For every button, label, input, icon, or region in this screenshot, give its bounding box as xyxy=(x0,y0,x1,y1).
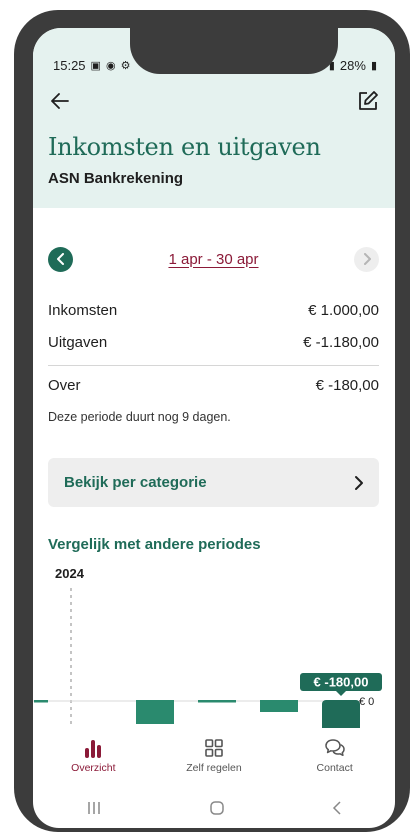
home-icon[interactable] xyxy=(209,800,225,816)
account-name: ASN Bankrekening xyxy=(48,170,184,187)
back-nav-icon[interactable] xyxy=(332,800,342,816)
view-by-category-button[interactable]: Bekijk per categorie xyxy=(48,458,379,507)
previous-period-button[interactable] xyxy=(48,246,73,272)
battery-percentage: 28% xyxy=(339,57,366,73)
chevron-left-icon xyxy=(56,253,64,265)
period-label[interactable]: 1 apr - 30 apr xyxy=(168,251,258,268)
remaining-label: Over xyxy=(48,377,81,394)
app-screen: 15:25 ▣ ◉ ⚙ ✕ ◠ ▮ 28% ▮ Inkomsten en uit… xyxy=(33,28,395,828)
chevron-right-icon xyxy=(355,475,363,490)
category-button-label: Bekijk per categorie xyxy=(64,474,207,491)
edit-button[interactable] xyxy=(355,88,381,114)
nav-overzicht[interactable]: Overzicht xyxy=(38,738,148,774)
clock-icon: ◉ xyxy=(105,59,116,72)
nav-label-zelf-regelen: Zelf regelen xyxy=(186,762,242,774)
highlight-label-pointer xyxy=(336,691,346,696)
chart-bar[interactable] xyxy=(34,700,48,703)
expenses-row: Uitgaven € -1.180,00 xyxy=(48,334,379,351)
chart-bar[interactable] xyxy=(198,700,236,703)
app-bar xyxy=(47,88,381,114)
year-label: 2024 xyxy=(55,566,84,581)
grid-icon xyxy=(205,739,223,757)
chat-icon xyxy=(324,739,345,757)
arrow-left-icon xyxy=(51,93,69,109)
remaining-row: Over € -180,00 xyxy=(48,377,379,394)
remaining-value: € -180,00 xyxy=(315,377,379,394)
chart-bar[interactable] xyxy=(260,700,298,712)
summary-divider xyxy=(48,365,379,366)
recent-apps-icon[interactable] xyxy=(86,801,102,815)
income-label: Inkomsten xyxy=(48,302,118,319)
highlight-label: € -180,00 xyxy=(314,675,369,690)
back-button[interactable] xyxy=(47,88,73,114)
status-time: 15:25 xyxy=(53,57,86,73)
next-period-button[interactable] xyxy=(354,246,379,272)
expenses-label: Uitgaven xyxy=(48,334,108,351)
gallery-icon: ▣ xyxy=(90,59,101,72)
nav-label-contact: Contact xyxy=(316,762,353,774)
period-chart[interactable]: € -180,00 € 0 xyxy=(33,588,395,738)
nav-contact[interactable]: Contact xyxy=(280,738,390,774)
nav-zelf-regelen[interactable]: Zelf regelen xyxy=(159,738,269,774)
bottom-navigation: Overzicht Zelf regelen Contact xyxy=(33,728,395,780)
camera-notch xyxy=(130,28,338,74)
page-title: Inkomsten en uitgaven xyxy=(48,133,321,161)
period-note: Deze periode duurt nog 9 dagen. xyxy=(48,410,231,424)
nav-label-overzicht: Overzicht xyxy=(71,762,116,774)
compare-title: Vergelijk met andere periodes xyxy=(48,536,261,553)
zero-axis-label: € 0 xyxy=(359,696,374,708)
expenses-value: € -1.180,00 xyxy=(303,334,379,351)
income-value: € 1.000,00 xyxy=(308,302,379,319)
settings-icon: ⚙ xyxy=(120,59,131,72)
period-selector: 1 apr - 30 apr xyxy=(48,246,379,272)
edit-icon xyxy=(359,91,378,110)
bar-chart-icon xyxy=(85,740,102,758)
chevron-right-icon xyxy=(363,253,371,265)
battery-icon: ▮ xyxy=(370,59,377,72)
chart-bar[interactable] xyxy=(136,700,174,724)
system-navigation xyxy=(33,788,395,828)
income-row: Inkomsten € 1.000,00 xyxy=(48,302,379,319)
